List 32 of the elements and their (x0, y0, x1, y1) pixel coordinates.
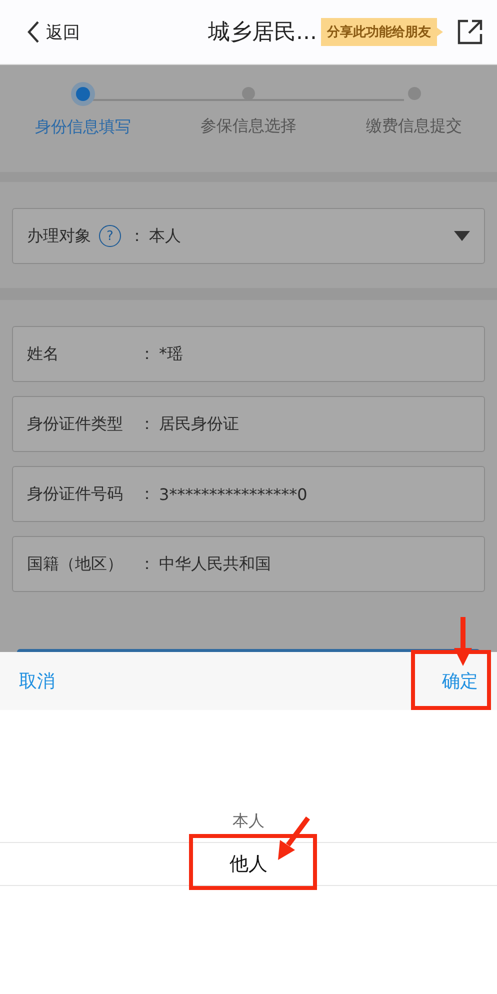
step-label[interactable]: 身份信息填写 (34, 117, 131, 138)
step-label[interactable]: 缴费信息提交 (366, 116, 462, 137)
separator: ： (139, 554, 155, 574)
field-value: 居民身份证 (159, 414, 239, 434)
field-label: 国籍（地区） (27, 554, 124, 574)
picker-option[interactable]: 本人 (0, 798, 497, 842)
pointer-arrow (454, 617, 472, 666)
share-tooltip: 分享此功能给朋友 (321, 18, 443, 46)
field-label: 姓名 (27, 344, 60, 364)
share-button[interactable] (457, 19, 483, 45)
share-icon (457, 19, 483, 45)
cancel-button[interactable]: 取消 (19, 669, 55, 693)
dropdown-caret-icon (454, 231, 470, 241)
field-value: 本人 (149, 226, 181, 246)
confirm-button[interactable]: 确定 (442, 669, 478, 693)
page-title: 城乡居民... (208, 19, 317, 47)
chevron-left-icon (26, 20, 40, 44)
separator: ： (139, 344, 155, 364)
subject-select[interactable]: 办理对象 ? ： 本人 (12, 208, 485, 264)
separator: ： (129, 226, 145, 246)
field-value: *瑶 (159, 344, 183, 364)
help-icon[interactable]: ? (99, 225, 121, 247)
back-button[interactable]: 返回 (26, 20, 80, 44)
field-label: 身份证件号码 (27, 484, 124, 504)
field-value: 中华人民共和国 (159, 554, 271, 574)
step-label[interactable]: 参保信息选择 (200, 116, 296, 137)
field-label: 身份证件类型 (27, 414, 124, 434)
field-value: 3****************0 (159, 484, 308, 504)
separator: ： (139, 484, 155, 504)
separator: ： (139, 414, 155, 434)
pointer-arrow (278, 816, 310, 860)
field-label: 办理对象 (27, 226, 91, 246)
